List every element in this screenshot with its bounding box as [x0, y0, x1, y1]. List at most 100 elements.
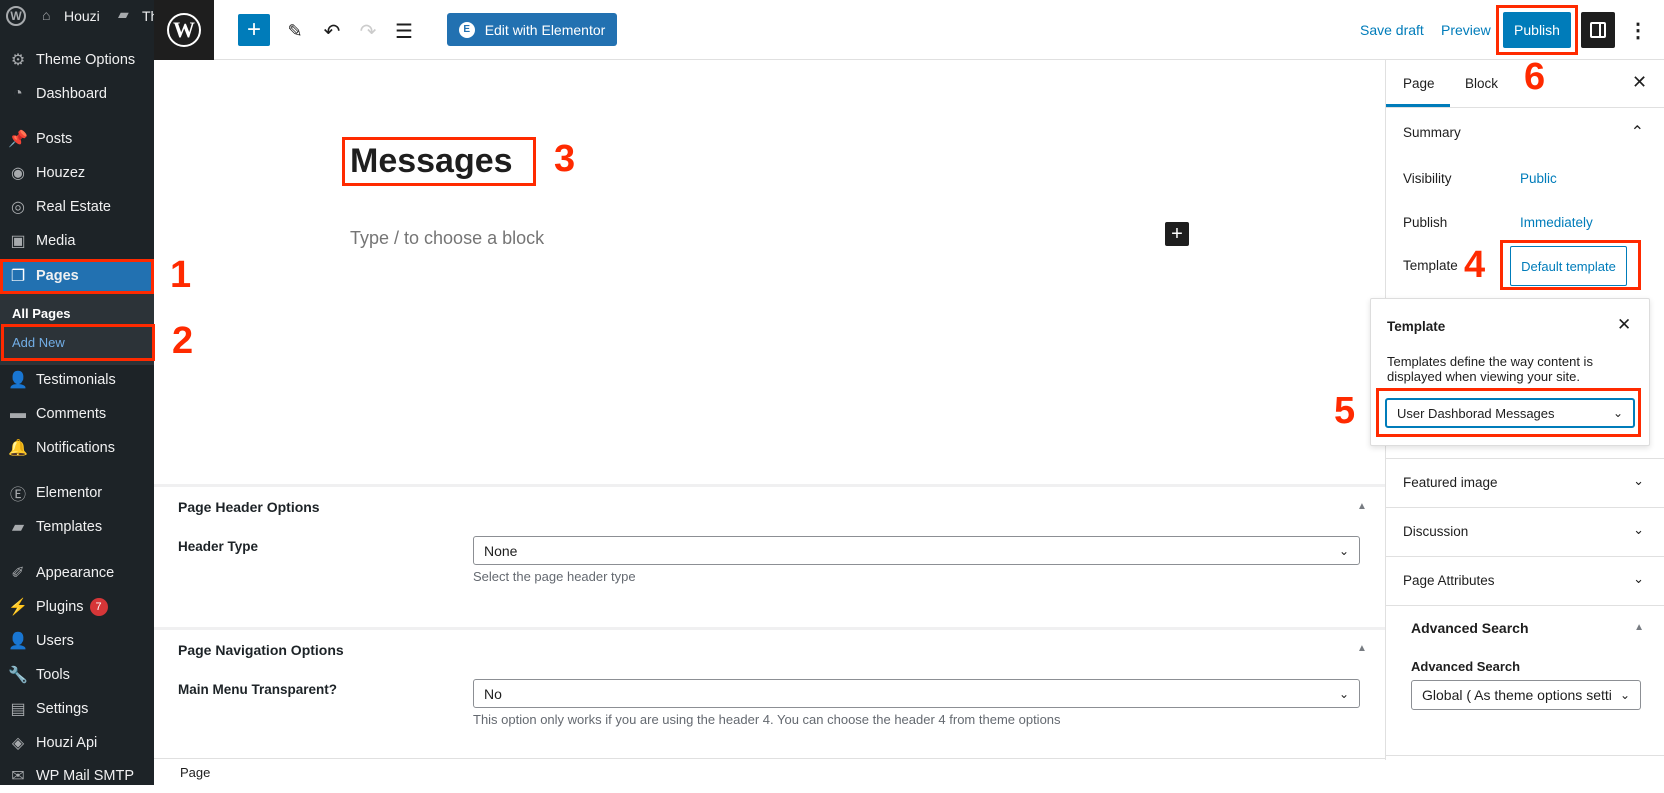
- admin-menu-item-theme-options[interactable]: ⚙ Theme Options: [0, 43, 154, 77]
- admin-menu-item-posts[interactable]: 📌 Posts: [0, 122, 154, 156]
- pages-icon: ❐: [10, 268, 26, 285]
- publish-value[interactable]: Immediately: [1520, 215, 1593, 230]
- admin-menu-item-users[interactable]: 👤 Users: [0, 624, 154, 658]
- options-menu-button[interactable]: ⋮: [1628, 14, 1648, 46]
- admin-bar: W ⌂ Houzi ▰ Th: [0, 0, 158, 34]
- admin-menu-label: Dashboard: [36, 86, 107, 102]
- admin-menu-item-tools[interactable]: 🔧 Tools: [0, 658, 154, 692]
- close-popover-button[interactable]: ✕: [1617, 315, 1631, 335]
- admin-menu-item-plugins[interactable]: ⚡ Plugins 7: [0, 590, 154, 624]
- tools-button[interactable]: ✎: [282, 18, 308, 44]
- chevron-up-icon[interactable]: ⌃: [1631, 122, 1644, 142]
- chevron-down-icon: ⌄: [1338, 543, 1349, 558]
- chevron-down-icon[interactable]: ⌄: [1633, 473, 1644, 489]
- admin-menu-label: Appearance: [36, 565, 115, 581]
- admin-menu-item-templates[interactable]: ▰ Templates: [0, 510, 154, 544]
- annotation-box-2: [1, 324, 155, 361]
- admin-menu-item-notifications[interactable]: 🔔 Notifications: [0, 431, 154, 465]
- featured-image-panel[interactable]: Featured image: [1403, 475, 1498, 490]
- summary-panel-title[interactable]: Summary: [1403, 125, 1461, 140]
- add-block-button[interactable]: +: [238, 14, 270, 46]
- admin-menu-item-houzez[interactable]: ◉ Houzez: [0, 156, 154, 190]
- visibility-label: Visibility: [1403, 171, 1452, 186]
- tab-page[interactable]: Page: [1403, 76, 1435, 91]
- annotation-number-5: 5: [1334, 390, 1356, 432]
- visibility-value[interactable]: Public: [1520, 171, 1557, 186]
- admin-menu-item-real-estate[interactable]: ◎ Real Estate: [0, 190, 154, 224]
- brush-icon: ✐: [11, 565, 25, 582]
- inline-add-block-button[interactable]: +: [1165, 222, 1189, 246]
- edit-with-elementor-label: Edit with Elementor: [484, 21, 606, 38]
- admin-menu-item-appearance[interactable]: ✐ Appearance: [0, 556, 154, 590]
- plus-icon: +: [246, 16, 261, 43]
- admin-menu-item-elementor[interactable]: Ⓔ Elementor: [0, 476, 154, 510]
- user-icon: 👤: [8, 633, 28, 650]
- admin-menu-label: Theme Options: [36, 52, 136, 68]
- chevron-down-icon[interactable]: ⌄: [1633, 522, 1644, 538]
- dashboard-icon: ◔: [13, 85, 23, 102]
- collapse-triangle-icon[interactable]: ▲: [1634, 622, 1644, 633]
- admin-menu-label: Posts: [36, 131, 73, 147]
- annotation-number-4: 4: [1464, 244, 1486, 286]
- save-draft-button[interactable]: Save draft: [1360, 22, 1424, 38]
- close-sidebar-button[interactable]: ✕: [1632, 72, 1647, 93]
- document-overview-button[interactable]: ☰: [391, 18, 417, 44]
- advanced-search-label: Advanced Search: [1411, 659, 1521, 674]
- folder-icon: ▰: [11, 519, 25, 536]
- meta-box-title[interactable]: Page Header Options: [178, 499, 320, 515]
- chevron-down-icon[interactable]: ⌄: [1633, 571, 1644, 587]
- collapse-triangle-icon[interactable]: ▲: [1357, 643, 1367, 654]
- advanced-search-select[interactable]: Global ( As theme options setti ⌄: [1411, 680, 1641, 710]
- advanced-search-title[interactable]: Advanced Search: [1411, 620, 1529, 636]
- annotation-box-5: [1376, 388, 1641, 437]
- block-placeholder[interactable]: Type / to choose a block: [350, 228, 544, 249]
- annotation-box-3: [342, 137, 536, 186]
- admin-menu-label: WP Mail SMTP: [36, 768, 135, 784]
- annotation-box-6: [1496, 5, 1578, 55]
- wordpress-logo-icon[interactable]: W: [6, 6, 26, 26]
- header-type-select[interactable]: None ⌄: [473, 536, 1360, 565]
- admin-menu-item-settings[interactable]: ▤ Settings: [0, 692, 154, 726]
- admin-menu-item-testimonials[interactable]: 👤 Testimonials: [0, 363, 154, 397]
- divider: [154, 484, 1385, 487]
- admin-menu-item-comments[interactable]: ▬ Comments: [0, 397, 154, 431]
- admin-menu-label: Testimonials: [36, 372, 116, 388]
- undo-button[interactable]: ↶: [319, 18, 345, 44]
- admin-menu-label: Real Estate: [36, 199, 111, 215]
- meta-box-title[interactable]: Page Navigation Options: [178, 642, 344, 658]
- edit-with-elementor-button[interactable]: E Edit with Elementor: [447, 13, 617, 46]
- discussion-panel[interactable]: Discussion: [1403, 524, 1468, 539]
- admin-menu-label: Users: [36, 633, 74, 649]
- preview-button[interactable]: Preview: [1441, 22, 1491, 38]
- admin-menu-item-media[interactable]: ▣ Media: [0, 224, 154, 258]
- folder-icon: ▰: [118, 6, 129, 22]
- comment-icon: ▬: [10, 405, 26, 422]
- chevron-down-icon: ⌄: [1338, 686, 1349, 701]
- header-type-label: Header Type: [178, 539, 259, 554]
- site-name-link[interactable]: Houzi: [64, 8, 100, 24]
- header-type-value: None: [484, 542, 518, 559]
- location-icon: ◎: [11, 199, 25, 216]
- admin-menu-item-dashboard[interactable]: ◔ Dashboard: [0, 77, 154, 111]
- wordpress-logo-button[interactable]: W: [154, 0, 214, 60]
- page-attributes-panel[interactable]: Page Attributes: [1403, 573, 1495, 588]
- list-view-icon: ☰: [395, 20, 413, 43]
- submenu-all-pages[interactable]: All Pages: [12, 306, 71, 321]
- close-icon: ✕: [1617, 315, 1632, 334]
- redo-icon: ↷: [359, 20, 377, 43]
- header-type-help: Select the page header type: [473, 569, 636, 584]
- tab-block[interactable]: Block: [1465, 76, 1498, 91]
- admin-menu-item-pages[interactable]: ❐ Pages: [0, 259, 154, 293]
- chevron-down-icon: ⌄: [1619, 688, 1630, 702]
- settings-toggle-button[interactable]: [1581, 12, 1615, 48]
- admin-menu-item-houzi-api[interactable]: ◈ Houzi Api: [0, 726, 154, 760]
- admin-menu-label: Elementor: [36, 485, 103, 501]
- footer-breadcrumb[interactable]: Page: [180, 765, 210, 780]
- gear-icon: ⚙: [10, 52, 26, 69]
- admin-menu-item-wp-mail-smtp[interactable]: ✉ WP Mail SMTP: [0, 759, 154, 793]
- close-icon: ✕: [1632, 72, 1648, 92]
- pin-icon: 📌: [8, 131, 28, 148]
- collapse-triangle-icon[interactable]: ▲: [1357, 501, 1367, 512]
- redo-button[interactable]: ↷: [355, 18, 381, 44]
- main-menu-transparent-select[interactable]: No ⌄: [473, 679, 1360, 708]
